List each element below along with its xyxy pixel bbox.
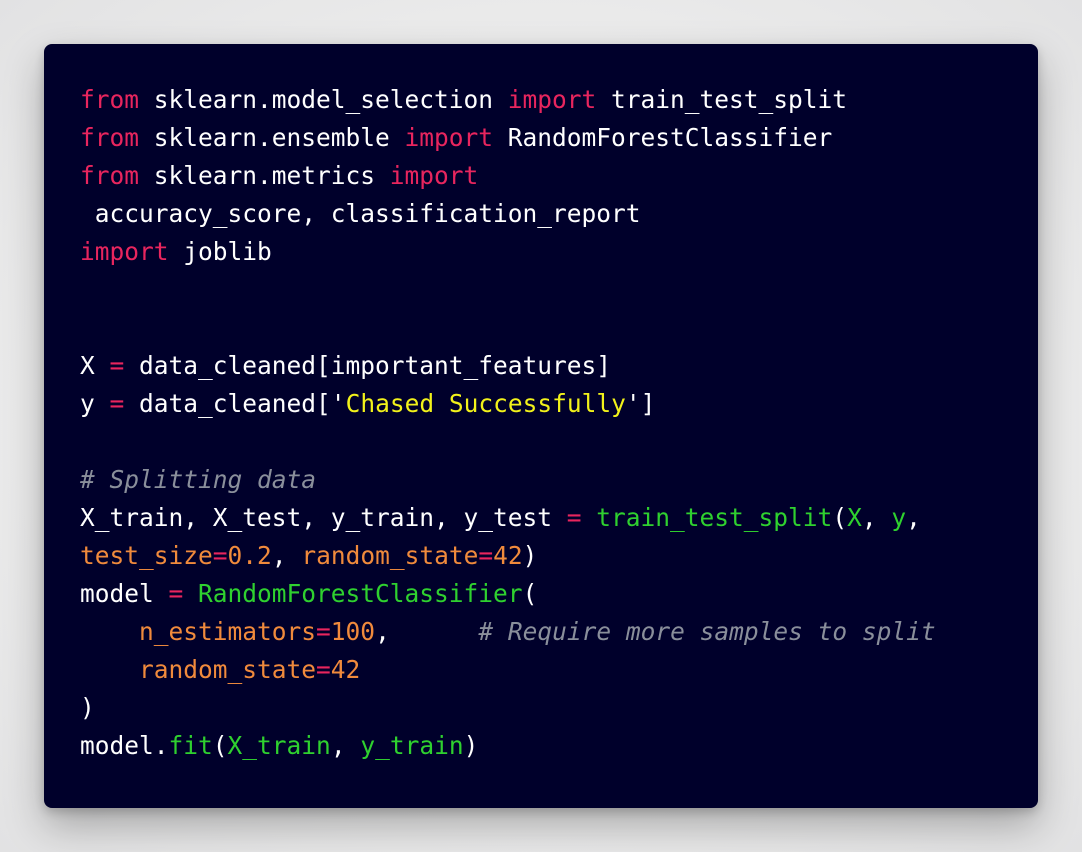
code-text: train_test_split bbox=[596, 85, 848, 114]
code-line: n_estimators=100, # Require more samples… bbox=[80, 613, 1038, 651]
function-token: train_test_split bbox=[596, 503, 833, 532]
code-line: model = RandomForestClassifier( bbox=[80, 575, 1038, 613]
keyword-token: import bbox=[80, 237, 169, 266]
operator-token: = bbox=[478, 541, 494, 570]
argument-token: y_train bbox=[360, 731, 464, 760]
parameter-token: random_state bbox=[139, 655, 317, 684]
number-token: 100 bbox=[330, 617, 376, 646]
code-text: y bbox=[80, 389, 110, 418]
argument-token: X bbox=[847, 503, 862, 532]
keyword-token: from bbox=[80, 161, 140, 190]
code-line: X_train, X_test, y_train, y_test = train… bbox=[80, 499, 1038, 537]
code-text: ] bbox=[640, 389, 656, 418]
code-text: sklearn.ensemble bbox=[139, 123, 405, 152]
function-token: fit bbox=[168, 731, 213, 760]
code-text: model bbox=[80, 579, 169, 608]
code-text: model. bbox=[80, 731, 169, 760]
code-text: joblib bbox=[168, 237, 272, 266]
code-text: data_cleaned[important_features] bbox=[124, 351, 612, 380]
code-text: sklearn.model_selection bbox=[139, 85, 508, 114]
code-line: from sklearn.ensemble import RandomFores… bbox=[80, 119, 1038, 157]
code-snippet-window: from sklearn.model_selection import trai… bbox=[44, 44, 1038, 808]
code-text: X_train, X_test, y_train, y_test bbox=[80, 503, 567, 532]
keyword-token: import bbox=[404, 123, 494, 152]
code-text: , bbox=[271, 541, 302, 570]
parameter-token: random_state bbox=[301, 541, 479, 570]
code-text: , bbox=[375, 617, 479, 646]
code-line: test_size=0.2, random_state=42) bbox=[80, 537, 1038, 575]
code-text: ) bbox=[80, 693, 95, 722]
number-token: 0.2 bbox=[227, 541, 272, 570]
operator-token: = bbox=[212, 541, 228, 570]
operator-token: = bbox=[109, 351, 125, 380]
comment-token: # Splitting data bbox=[80, 465, 317, 494]
code-text: , bbox=[330, 731, 361, 760]
code-line: y = data_cleaned['Chased Successfully'] bbox=[80, 385, 1038, 423]
operator-token: = bbox=[566, 503, 582, 532]
code-text: RandomForestClassifier bbox=[493, 123, 833, 152]
code-block[interactable]: from sklearn.model_selection import trai… bbox=[80, 81, 1038, 765]
operator-token: = bbox=[316, 655, 331, 684]
code-text: ( bbox=[832, 503, 848, 532]
code-line: model.fit(X_train, y_train) bbox=[80, 727, 1038, 765]
argument-token: y bbox=[891, 503, 907, 532]
code-text: ' bbox=[330, 389, 346, 418]
code-text: , bbox=[906, 503, 921, 532]
comment-token: # Require more samples to split bbox=[478, 617, 936, 646]
code-line: from sklearn.metrics import bbox=[80, 157, 1038, 195]
parameter-token: n_estimators bbox=[139, 617, 317, 646]
keyword-token: import bbox=[389, 161, 479, 190]
code-text: ' bbox=[625, 389, 641, 418]
code-line: accuracy_score, classification_report bbox=[80, 195, 1038, 233]
code-line: from sklearn.model_selection import trai… bbox=[80, 81, 1038, 119]
code-text: ) bbox=[522, 541, 538, 570]
code-line: random_state=42 bbox=[80, 651, 1038, 689]
number-token: 42 bbox=[493, 541, 523, 570]
code-line: X = data_cleaned[important_features] bbox=[80, 347, 1038, 385]
number-token: 42 bbox=[330, 655, 361, 684]
code-line: import joblib bbox=[80, 233, 1038, 271]
code-line: ) bbox=[80, 689, 1038, 727]
code-text: ) bbox=[463, 731, 479, 760]
operator-token: = bbox=[316, 617, 331, 646]
code-line: # Splitting data bbox=[80, 461, 1038, 499]
keyword-token: from bbox=[80, 123, 140, 152]
code-text: data_cleaned[ bbox=[124, 389, 331, 418]
keyword-token: import bbox=[507, 85, 597, 114]
string-token: Chased Successfully bbox=[345, 389, 626, 418]
function-token: RandomForestClassifier bbox=[198, 579, 523, 608]
parameter-token: test_size bbox=[80, 541, 213, 570]
code-text: , bbox=[861, 503, 892, 532]
code-text: accuracy_score, classification_report bbox=[80, 199, 641, 228]
code-text: sklearn.metrics bbox=[139, 161, 390, 190]
operator-token: = bbox=[168, 579, 184, 608]
keyword-token: from bbox=[80, 85, 140, 114]
operator-token: = bbox=[109, 389, 125, 418]
code-text: ( bbox=[212, 731, 228, 760]
code-text: X bbox=[80, 351, 110, 380]
argument-token: X_train bbox=[227, 731, 331, 760]
code-text: ( bbox=[522, 579, 538, 608]
